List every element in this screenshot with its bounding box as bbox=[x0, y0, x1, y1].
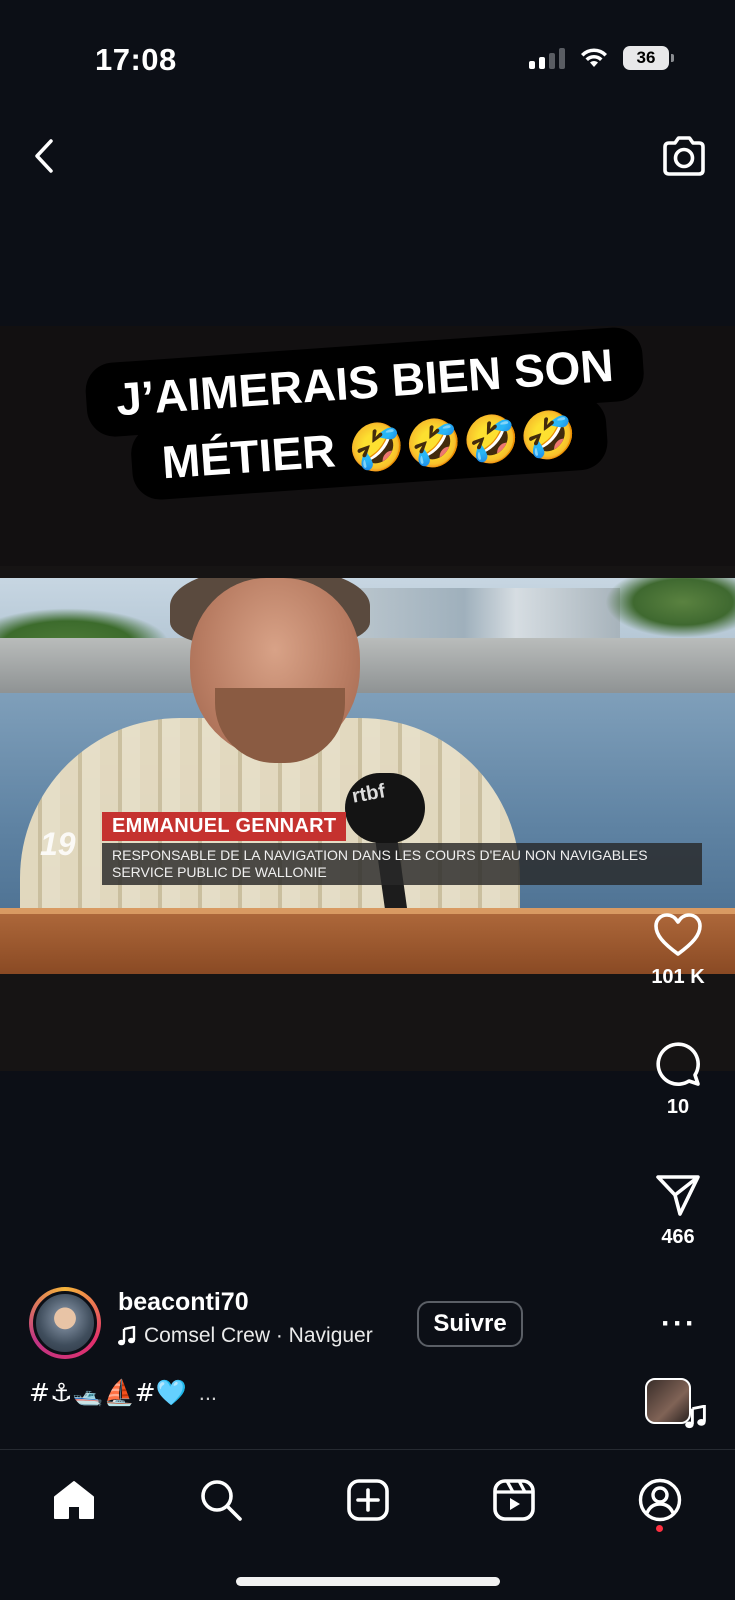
post-caption[interactable]: #⚓🛥️⛵#🩵 ... bbox=[29, 1378, 217, 1408]
tv-screenshot: rtbf 19 EMMANUEL GENNART RESPONSABLE DE … bbox=[0, 578, 735, 974]
notification-dot bbox=[656, 1525, 663, 1532]
tv-role: RESPONSABLE DE LA NAVIGATION DANS LES CO… bbox=[102, 843, 702, 885]
status-time: 17:08 bbox=[95, 42, 177, 77]
caption-more[interactable]: ... bbox=[199, 1380, 217, 1406]
comment-button[interactable]: 10 bbox=[643, 1040, 713, 1119]
comment-icon bbox=[656, 1042, 700, 1086]
audio-info[interactable]: Comsel Crew · Naviguer bbox=[118, 1324, 373, 1348]
avatar[interactable] bbox=[33, 1291, 97, 1355]
music-note-icon bbox=[118, 1326, 136, 1346]
search-icon bbox=[201, 1480, 242, 1521]
tab-search[interactable] bbox=[196, 1475, 246, 1525]
hashtags: #⚓🛥️⛵#🩵 bbox=[29, 1378, 187, 1407]
username[interactable]: beaconti70 bbox=[118, 1288, 249, 1317]
send-icon bbox=[656, 1175, 700, 1216]
tv-desk-edge bbox=[0, 908, 735, 914]
tv-role-line-2: SERVICE PUBLIC DE WALLONIE bbox=[112, 864, 327, 880]
tv-desk bbox=[0, 908, 735, 974]
tv-trees-right bbox=[605, 578, 735, 638]
like-count: 101 K bbox=[651, 966, 705, 988]
home-icon bbox=[54, 1481, 94, 1519]
tv-embankment bbox=[0, 638, 735, 698]
tab-profile[interactable] bbox=[635, 1475, 685, 1525]
audio-title: Comsel Crew · Naviguer bbox=[144, 1324, 373, 1347]
tv-role-line-1: RESPONSABLE DE LA NAVIGATION DANS LES CO… bbox=[112, 847, 648, 863]
signal-icon bbox=[529, 47, 565, 69]
more-options-button[interactable]: ··· bbox=[661, 1307, 697, 1341]
music-note-icon bbox=[685, 1405, 706, 1429]
tv-channel-logo: 19 bbox=[40, 826, 76, 862]
heart-icon bbox=[654, 913, 702, 956]
battery-indicator: 36 bbox=[623, 46, 674, 70]
status-icons: 36 bbox=[529, 46, 674, 70]
tab-reels[interactable] bbox=[489, 1475, 539, 1525]
wifi-icon bbox=[581, 48, 607, 67]
tv-lower-third: EMMANUEL GENNART RESPONSABLE DE LA NAVIG… bbox=[102, 812, 702, 885]
tab-create[interactable] bbox=[343, 1475, 393, 1525]
reels-icon bbox=[493, 1479, 535, 1521]
comment-count: 10 bbox=[666, 1096, 690, 1118]
share-button[interactable]: 466 bbox=[643, 1172, 713, 1249]
tab-home[interactable] bbox=[49, 1475, 99, 1525]
back-button[interactable] bbox=[26, 134, 62, 178]
camera-button[interactable] bbox=[659, 132, 709, 182]
share-count: 466 bbox=[661, 1226, 695, 1248]
create-icon bbox=[347, 1479, 389, 1521]
home-indicator bbox=[236, 1577, 500, 1586]
tv-name: EMMANUEL GENNART bbox=[102, 812, 347, 841]
chevron-left-icon bbox=[35, 139, 53, 173]
profile-icon bbox=[638, 1478, 682, 1522]
follow-button[interactable]: Suivre bbox=[417, 1301, 523, 1347]
camera-icon bbox=[663, 136, 705, 176]
like-button[interactable]: 101 K bbox=[643, 912, 713, 989]
